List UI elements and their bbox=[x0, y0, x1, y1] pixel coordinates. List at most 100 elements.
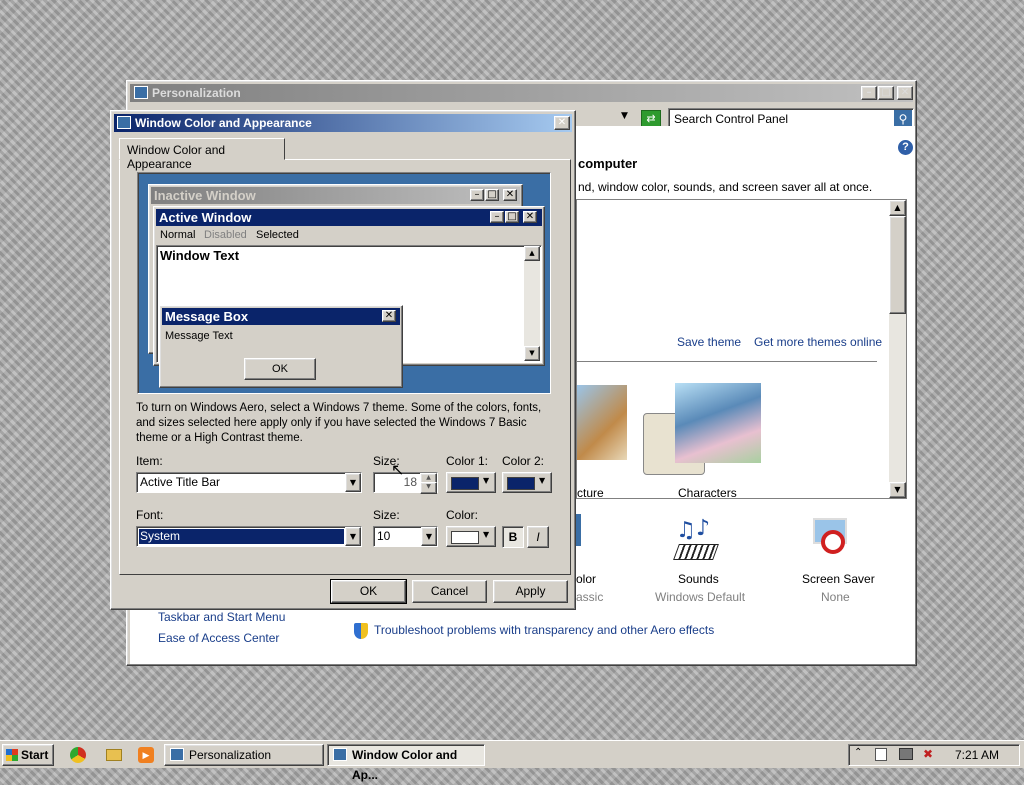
screen-saver-value: None bbox=[821, 590, 850, 604]
network-icon[interactable] bbox=[899, 748, 913, 760]
ok-button[interactable]: OK bbox=[330, 579, 407, 604]
appearance-preview: Inactive Window – □ ✕ Active Window – □ … bbox=[137, 172, 551, 394]
bold-label: B bbox=[508, 530, 518, 544]
apply-button[interactable]: Apply bbox=[493, 580, 568, 603]
dialog-title-bar[interactable]: Window Color and Appearance ✕ bbox=[114, 114, 572, 132]
task-personalization-icon bbox=[170, 748, 184, 761]
get-more-themes-link[interactable]: Get more themes online bbox=[754, 335, 882, 349]
system-tray: ⌃ ✖ 7:21 AM bbox=[848, 744, 1020, 766]
item-label: Item: bbox=[136, 454, 163, 468]
tab-window-color[interactable]: Window Color and Appearance bbox=[119, 138, 285, 171]
preview-inactive-minimize-icon: – bbox=[470, 189, 484, 201]
cancel-label: Cancel bbox=[430, 584, 469, 598]
preview-msgbox-close-icon: ✕ bbox=[382, 310, 396, 322]
preview-msgbox-text: Message Text bbox=[165, 330, 233, 342]
preview-inactive-title: Inactive Window bbox=[154, 188, 256, 203]
font-size-dropdown-arrow-icon[interactable]: ▼ bbox=[421, 527, 437, 546]
color1-picker[interactable]: ▼ bbox=[446, 472, 496, 493]
preview-menu-selected: Selected bbox=[256, 229, 299, 241]
theme-label-partial: cture bbox=[577, 486, 604, 500]
sounds-icon[interactable]: ♫ ♪ bbox=[672, 516, 720, 564]
ease-of-access-link[interactable]: Ease of Access Center bbox=[158, 631, 279, 645]
font-select[interactable]: System ▼ bbox=[136, 526, 362, 547]
preview-window-text: Window Text bbox=[160, 248, 240, 263]
font-size-select[interactable]: 10 ▼ bbox=[373, 526, 438, 547]
color2-label: Color 2: bbox=[502, 454, 545, 468]
preview-active-title: Active Window bbox=[159, 210, 252, 225]
item-size-stepper[interactable]: 18 ▲ ▼ bbox=[373, 472, 438, 494]
preview-active-maximize-icon: □ bbox=[505, 211, 519, 223]
action-center-icon[interactable] bbox=[875, 748, 887, 761]
scroll-thumb[interactable] bbox=[889, 216, 906, 314]
close-button[interactable]: ✕ bbox=[897, 86, 913, 100]
folder-icon[interactable] bbox=[106, 749, 122, 761]
preview-msgbox-ok-label: OK bbox=[272, 363, 288, 375]
cancel-button[interactable]: Cancel bbox=[412, 580, 487, 603]
screen-saver-icon[interactable] bbox=[813, 518, 853, 560]
task-window-color[interactable]: Window Color and Ap... bbox=[327, 744, 485, 782]
font-color-arrow-icon: ▼ bbox=[483, 530, 490, 539]
control-panel-icon bbox=[134, 86, 148, 99]
refresh-icon[interactable]: ⇄ bbox=[641, 110, 661, 127]
windows-logo-icon bbox=[6, 749, 18, 761]
minimize-button[interactable]: – bbox=[861, 86, 877, 100]
theme-list-scrollbar[interactable]: ▲ ▼ bbox=[889, 200, 906, 498]
start-button[interactable]: Start bbox=[2, 744, 54, 766]
window-color-value-partial: assic bbox=[576, 590, 604, 604]
item-select[interactable]: Active Title Bar ▼ bbox=[136, 472, 362, 493]
task-window-color-label: Window Color and Ap... bbox=[352, 748, 458, 782]
maximize-button[interactable]: □ bbox=[878, 86, 894, 100]
tray-expand-icon[interactable]: ⌃ bbox=[854, 747, 862, 758]
help-icon[interactable]: ? bbox=[898, 140, 913, 155]
aero-info-text: To turn on Windows Aero, select a Window… bbox=[136, 402, 542, 444]
preview-inactive-close-icon: ✕ bbox=[503, 189, 517, 201]
task-personalization[interactable]: Personalization bbox=[164, 744, 324, 766]
personalization-title-bar[interactable]: Personalization – □ ✕ bbox=[130, 84, 913, 102]
address-dropdown-arrow[interactable]: ▼ bbox=[621, 111, 628, 121]
clock[interactable]: 7:21 AM bbox=[955, 748, 999, 762]
color2-picker[interactable]: ▼ bbox=[502, 472, 552, 493]
size-down-icon[interactable]: ▼ bbox=[420, 482, 437, 494]
font-size-value: 10 bbox=[377, 529, 391, 543]
troubleshoot-link[interactable]: Troubleshoot problems with transparency … bbox=[374, 623, 714, 637]
characters-theme-thumbnail bbox=[675, 383, 761, 463]
bold-toggle[interactable]: B bbox=[502, 526, 524, 548]
task-window-color-icon bbox=[333, 748, 347, 761]
font-dropdown-arrow-icon[interactable]: ▼ bbox=[345, 527, 361, 546]
start-label: Start bbox=[21, 748, 49, 762]
taskbar-start-menu-link[interactable]: Taskbar and Start Menu bbox=[158, 610, 285, 624]
theme-divider bbox=[577, 361, 877, 362]
volume-muted-icon[interactable]: ✖ bbox=[923, 747, 933, 761]
dialog-close-button[interactable]: ✕ bbox=[554, 116, 570, 130]
color2-arrow-icon: ▼ bbox=[539, 476, 546, 485]
shield-icon bbox=[354, 623, 368, 639]
chrome-icon[interactable] bbox=[70, 747, 86, 763]
item-dropdown-arrow-icon[interactable]: ▼ bbox=[345, 473, 361, 492]
preview-msgbox-ok-button: OK bbox=[244, 358, 316, 380]
scroll-up-button[interactable]: ▲ bbox=[889, 200, 906, 216]
font-size-label: Size: bbox=[373, 508, 400, 522]
window-color-dialog: Window Color and Appearance ✕ Window Col… bbox=[110, 110, 576, 610]
sounds-label[interactable]: Sounds bbox=[678, 572, 719, 586]
theme-thumbnail-partial[interactable] bbox=[577, 385, 627, 460]
media-player-icon[interactable]: ▶ bbox=[138, 747, 154, 763]
screen-saver-label[interactable]: Screen Saver bbox=[802, 572, 875, 586]
preview-scroll-up-icon: ▲ bbox=[524, 246, 540, 261]
page-heading: computer bbox=[578, 156, 638, 171]
font-color-swatch bbox=[451, 531, 479, 544]
window-color-label-partial[interactable]: olor bbox=[576, 572, 596, 586]
italic-toggle[interactable]: I bbox=[527, 526, 549, 548]
tab-label: Window Color and Appearance bbox=[127, 143, 226, 171]
color1-swatch bbox=[451, 477, 479, 490]
font-label: Font: bbox=[136, 508, 164, 522]
item-select-value: Active Title Bar bbox=[140, 475, 221, 489]
ok-label: OK bbox=[359, 584, 378, 598]
preview-inactive-title-bar: Inactive Window – □ ✕ bbox=[151, 187, 520, 204]
font-select-value: System bbox=[140, 529, 181, 543]
theme-list: Save theme Get more themes online cture … bbox=[576, 199, 907, 500]
dialog-title: Window Color and Appearance bbox=[135, 116, 312, 130]
taskbar: Start ▶ Personalization Window Color and… bbox=[0, 740, 1024, 782]
scroll-down-button[interactable]: ▼ bbox=[889, 482, 906, 498]
save-theme-link[interactable]: Save theme bbox=[677, 335, 741, 349]
font-color-picker[interactable]: ▼ bbox=[446, 526, 496, 547]
